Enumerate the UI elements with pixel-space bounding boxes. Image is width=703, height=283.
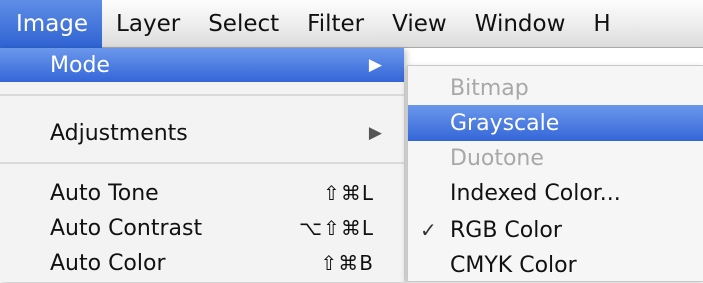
menu-item-mode[interactable]: Mode ▶	[0, 48, 404, 82]
submenu-item-duotone-label: Duotone	[450, 145, 544, 171]
menu-window[interactable]: Window	[461, 0, 580, 48]
menu-filter[interactable]: Filter	[293, 0, 378, 48]
menu-select[interactable]: Select	[194, 0, 293, 48]
menu-item-auto-contrast-label: Auto Contrast	[50, 215, 203, 241]
submenu-item-bitmap-label: Bitmap	[450, 75, 529, 101]
checkmark-icon: ✓	[420, 218, 437, 242]
menu-item-auto-tone-label: Auto Tone	[50, 180, 159, 206]
menu-item-auto-color[interactable]: Auto Color ⇧⌘B	[0, 246, 404, 280]
menu-separator	[0, 94, 404, 96]
submenu-item-rgb-color[interactable]: ✓ RGB Color	[408, 212, 703, 248]
menu-view[interactable]: View	[378, 0, 461, 48]
submenu-arrow-icon: ▶	[368, 123, 382, 143]
submenu-item-duotone[interactable]: Duotone	[408, 140, 703, 176]
menu-layer[interactable]: Layer	[102, 0, 194, 48]
menu-item-auto-color-label: Auto Color	[50, 250, 166, 276]
shortcut-auto-color: ⇧⌘B	[320, 251, 374, 275]
image-menu-dropdown: Mode ▶ Adjustments ▶ Auto Tone ⇧⌘L Auto …	[0, 48, 404, 282]
mode-submenu: Bitmap Grayscale Duotone Indexed Color..…	[407, 65, 703, 282]
submenu-item-indexed-color-label: Indexed Color...	[450, 180, 621, 206]
menu-item-adjustments[interactable]: Adjustments ▶	[0, 116, 404, 150]
submenu-item-indexed-color[interactable]: Indexed Color...	[408, 175, 703, 211]
submenu-item-cmyk-color-label: CMYK Color	[450, 252, 577, 278]
submenu-item-bitmap[interactable]: Bitmap	[408, 70, 703, 106]
shortcut-auto-tone: ⇧⌘L	[323, 181, 374, 205]
menu-bar: Image Layer Select Filter View Window H	[0, 0, 703, 48]
submenu-item-grayscale[interactable]: Grayscale	[408, 105, 703, 141]
menu-item-auto-contrast[interactable]: Auto Contrast ⌥⇧⌘L	[0, 211, 404, 245]
menu-separator	[0, 162, 404, 164]
menu-item-auto-tone[interactable]: Auto Tone ⇧⌘L	[0, 176, 404, 210]
shortcut-auto-contrast: ⌥⇧⌘L	[299, 216, 374, 240]
menu-image[interactable]: Image	[0, 0, 103, 48]
menu-help-partial[interactable]: H	[579, 0, 624, 48]
submenu-item-rgb-color-label: RGB Color	[450, 217, 562, 243]
submenu-item-cmyk-color[interactable]: CMYK Color	[408, 247, 703, 283]
menu-item-adjustments-label: Adjustments	[50, 120, 188, 146]
submenu-item-grayscale-label: Grayscale	[450, 110, 560, 136]
submenu-arrow-icon: ▶	[368, 55, 382, 75]
menu-item-mode-label: Mode	[50, 52, 110, 78]
